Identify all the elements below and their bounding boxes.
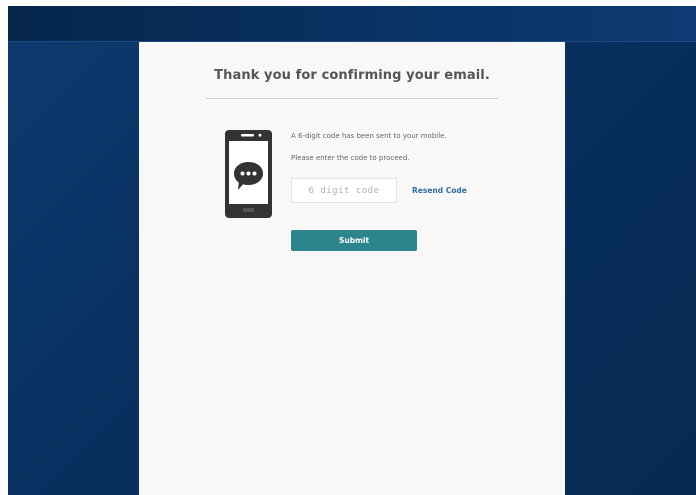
page-background: Thank you for confirming your email. A 6… <box>8 6 696 495</box>
submit-button[interactable]: Submit <box>291 230 417 251</box>
code-sent-message: A 6-digit code has been sent to your mob… <box>291 132 447 140</box>
verification-panel: Thank you for confirming your email. A 6… <box>139 42 565 495</box>
top-bar <box>8 6 696 42</box>
mobile-phone-chat-icon <box>225 130 272 218</box>
page-title: Thank you for confirming your email. <box>214 68 490 83</box>
resend-code-link[interactable]: Resend Code <box>412 186 467 195</box>
enter-code-instruction: Please enter the code to proceed. <box>291 154 410 162</box>
verification-code-input[interactable] <box>291 178 397 203</box>
title-divider <box>206 98 498 99</box>
